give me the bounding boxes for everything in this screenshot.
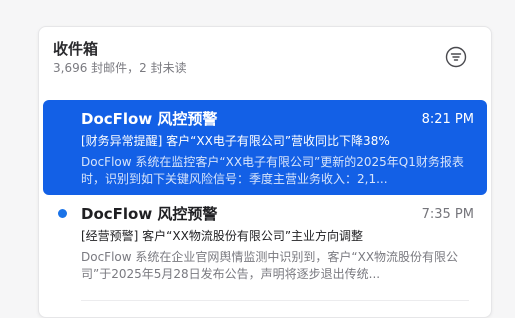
message-preview: DocFlow 系统在企业官网舆情监测中识别到，客户“XX物流股份有限公司”于2… bbox=[81, 250, 459, 281]
filter-button[interactable] bbox=[445, 46, 467, 68]
inbox-summary: 3,696 封邮件，2 封未读 bbox=[53, 61, 187, 75]
message-list: DocFlow 风控预警 8:21 PM [财务异常提醒] 客户“XX电子有限公… bbox=[43, 100, 487, 301]
message-item-unread[interactable]: DocFlow 风控预警 7:35 PM [经营预警] 客户“XX物流股份有限公… bbox=[43, 203, 487, 301]
unread-dot-icon bbox=[58, 209, 67, 218]
message-time: 8:21 PM bbox=[421, 112, 474, 127]
inbox-title: 收件箱 bbox=[53, 40, 99, 58]
message-subject: [财务异常提醒] 客户“XX电子有限公司”营收同比下降38% bbox=[81, 134, 390, 148]
message-sender: DocFlow 风控预警 bbox=[81, 205, 218, 223]
inbox-panel: 收件箱 3,696 封邮件，2 封未读 DocFlow 风控预警 8:21 PM… bbox=[38, 26, 492, 318]
message-header-row: DocFlow 风控预警 8:21 PM bbox=[81, 108, 474, 130]
message-preview: DocFlow 系统在监控客户“XX电子有限公司”更新的2025年Q1财务报表时… bbox=[81, 155, 464, 186]
filter-lines-icon bbox=[445, 46, 467, 68]
list-divider bbox=[81, 300, 469, 301]
message-item-selected[interactable]: DocFlow 风控预警 8:21 PM [财务异常提醒] 客户“XX电子有限公… bbox=[43, 100, 487, 195]
inbox-header: 收件箱 3,696 封邮件，2 封未读 bbox=[53, 39, 477, 79]
message-header-row: DocFlow 风控预警 7:35 PM bbox=[81, 203, 474, 225]
message-sender: DocFlow 风控预警 bbox=[81, 110, 218, 128]
message-time: 7:35 PM bbox=[421, 207, 474, 222]
message-subject: [经营预警] 客户“XX物流股份有限公司”主业方向调整 bbox=[81, 229, 364, 243]
